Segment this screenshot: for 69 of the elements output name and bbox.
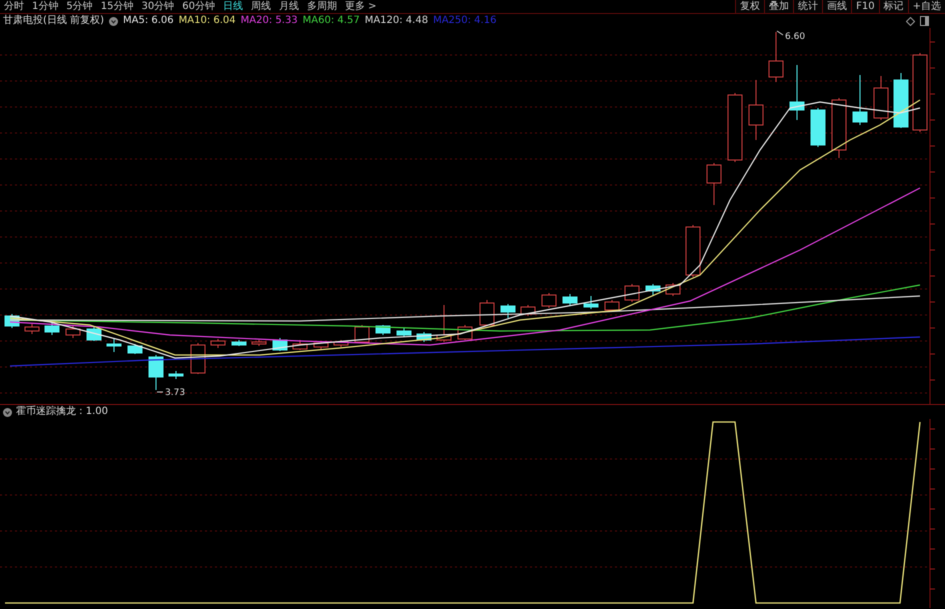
diamond-icon[interactable] <box>906 16 915 26</box>
candlestick <box>520 304 536 316</box>
candlestick <box>416 332 432 342</box>
dropdown-icon[interactable] <box>108 16 118 26</box>
period-tab[interactable]: 分时 <box>0 0 28 14</box>
panel-icon[interactable] <box>920 16 929 26</box>
candlestick <box>768 32 784 82</box>
moving-average-value: MA120: 4.48 <box>364 14 430 28</box>
price-label: 6.60 <box>785 32 806 42</box>
candlestick <box>252 340 266 346</box>
toolbar-button[interactable]: +自选 <box>908 0 945 13</box>
candlestick <box>354 324 370 344</box>
candlestick <box>436 304 452 342</box>
candlestick <box>852 74 868 126</box>
candlestick <box>894 72 908 128</box>
period-tab[interactable]: 更多 > <box>340 0 381 14</box>
toolbar-button[interactable]: 叠加 <box>764 0 794 13</box>
candlestick <box>44 322 60 336</box>
candlestick <box>292 340 308 350</box>
period-tab[interactable]: 30分钟 <box>137 0 178 14</box>
moving-average-value: MA5: 6.06 <box>122 14 175 28</box>
candlestick <box>396 328 412 338</box>
period-tab[interactable]: 日线 <box>218 0 247 14</box>
moving-average-value: MA60: 4.57 <box>302 14 361 28</box>
candlestick <box>148 354 164 390</box>
candlestick <box>314 340 328 350</box>
candlestick <box>748 80 764 140</box>
period-tab[interactable]: 1分钟 <box>28 0 62 14</box>
candlestick <box>66 326 80 338</box>
leader-line <box>776 30 784 36</box>
candlestick <box>542 292 556 308</box>
candlestick <box>706 162 722 206</box>
candlestick <box>480 300 494 326</box>
toolbar-button[interactable]: F10 <box>851 0 879 13</box>
candlestick <box>210 338 226 348</box>
candlestick <box>232 340 246 346</box>
candlestick <box>500 304 516 318</box>
moving-average-value: MA10: 6.04 <box>178 14 237 28</box>
candlestick <box>584 296 598 310</box>
toolbar-button[interactable]: 画线 <box>822 0 852 13</box>
moving-average-value: MA250: 4.16 <box>433 14 498 28</box>
candlestick <box>646 284 660 296</box>
candlestick <box>686 224 700 278</box>
period-tab[interactable]: 15分钟 <box>96 0 138 14</box>
candlestick <box>624 284 640 302</box>
moving-average-value: MA20: 5.33 <box>240 14 299 28</box>
period-tab[interactable]: 月线 <box>274 0 303 14</box>
candlestick <box>832 98 846 158</box>
toolbar-button[interactable]: 复权 <box>735 0 764 13</box>
indicator-title: 霍币迷踪擒龙 : 1.00 <box>16 405 109 419</box>
chart-title: 甘肃电投(日线 前复权) <box>2 14 105 28</box>
toolbar-button[interactable]: 标记 <box>878 0 908 13</box>
period-tab[interactable]: 5分钟 <box>62 0 97 14</box>
candlestick <box>128 344 142 354</box>
candlestick <box>334 340 348 348</box>
candlestick <box>106 338 122 352</box>
candlestick <box>874 76 888 120</box>
candlestick <box>810 108 826 148</box>
dropdown-icon[interactable] <box>3 408 12 416</box>
candlestick <box>604 300 620 312</box>
candlestick <box>728 92 742 162</box>
candlestick <box>24 324 40 334</box>
toolbar-button[interactable]: 统计 <box>793 0 822 13</box>
period-tab[interactable]: 多周期 <box>302 0 341 14</box>
period-tab[interactable]: 60分钟 <box>178 0 219 14</box>
candlestick <box>562 294 578 306</box>
period-tab[interactable]: 周线 <box>246 0 275 14</box>
candlestick <box>790 64 804 120</box>
price-label: 3.73 <box>165 388 186 398</box>
